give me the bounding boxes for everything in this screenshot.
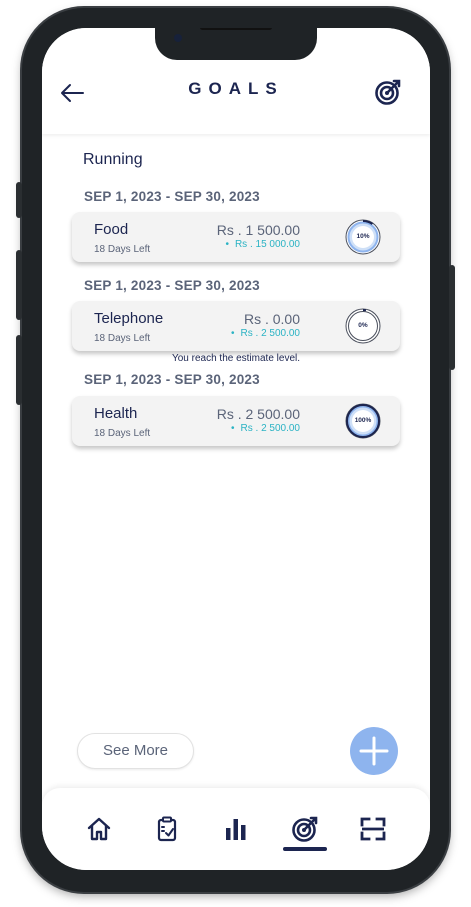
target-icon[interactable] xyxy=(374,78,402,106)
goal-spent-amount: Rs . 1 500.00 xyxy=(216,222,300,238)
goal-name: Health xyxy=(94,405,138,422)
home-icon[interactable] xyxy=(84,814,114,844)
goal-progress-ring: 100% xyxy=(345,403,381,439)
section-title-running: Running xyxy=(83,151,143,168)
goal-period: SEP 1, 2023 - SEP 30, 2023 xyxy=(84,372,260,387)
goal-progress-percent: 100% xyxy=(354,417,372,424)
goal-target-amount: Rs . 2 500.00 xyxy=(231,328,300,339)
bar-chart-icon[interactable] xyxy=(221,814,251,844)
bottom-tab-bar xyxy=(42,788,430,870)
goal-period: SEP 1, 2023 - SEP 30, 2023 xyxy=(84,189,260,204)
active-tab-indicator xyxy=(283,847,327,851)
app-screen: GOALS Running SEP 1, 2023 - SEP 30, 2023… xyxy=(42,28,430,870)
page-title: GOALS xyxy=(188,79,284,98)
goal-card-food[interactable]: Food 18 Days Left Rs . 1 500.00 Rs . 15 … xyxy=(72,212,400,262)
phone-notch xyxy=(155,28,317,60)
goal-days-left: 18 Days Left xyxy=(94,244,151,255)
goal-name: Telephone xyxy=(94,310,164,327)
goal-period: SEP 1, 2023 - SEP 30, 2023 xyxy=(84,278,260,293)
goal-target-amount: Rs . 15 000.00 xyxy=(225,239,300,250)
goal-name: Food xyxy=(94,221,129,238)
front-camera xyxy=(174,34,182,42)
phone-volume-up-button xyxy=(16,250,22,320)
plus-icon xyxy=(359,736,389,766)
goal-status-note: You reach the estimate level. xyxy=(171,353,301,364)
phone-side-button xyxy=(16,182,22,218)
clipboard-check-icon[interactable] xyxy=(152,814,182,844)
goal-progress-percent: 0% xyxy=(358,322,368,329)
phone-power-button xyxy=(449,265,455,370)
phone-volume-down-button xyxy=(16,335,22,405)
phone-speaker xyxy=(200,28,272,30)
goal-target-amount: Rs . 2 500.00 xyxy=(231,423,300,434)
target-icon[interactable] xyxy=(290,814,320,844)
goal-spent-amount: Rs . 0.00 xyxy=(243,311,300,327)
goal-progress-percent: 10% xyxy=(356,233,370,240)
see-more-button[interactable]: See More xyxy=(77,733,194,769)
goal-days-left: 18 Days Left xyxy=(94,333,151,344)
add-goal-button[interactable] xyxy=(350,727,398,775)
goal-days-left: 18 Days Left xyxy=(94,428,151,439)
scan-icon[interactable] xyxy=(358,814,388,844)
goal-progress-ring: 10% xyxy=(345,219,381,255)
goal-progress-ring: 0% xyxy=(345,308,381,344)
goal-spent-amount: Rs . 2 500.00 xyxy=(216,406,300,422)
goal-card-health[interactable]: Health 18 Days Left Rs . 2 500.00 Rs . 2… xyxy=(72,396,400,446)
goal-card-telephone[interactable]: Telephone 18 Days Left Rs . 0.00 Rs . 2 … xyxy=(72,301,400,351)
